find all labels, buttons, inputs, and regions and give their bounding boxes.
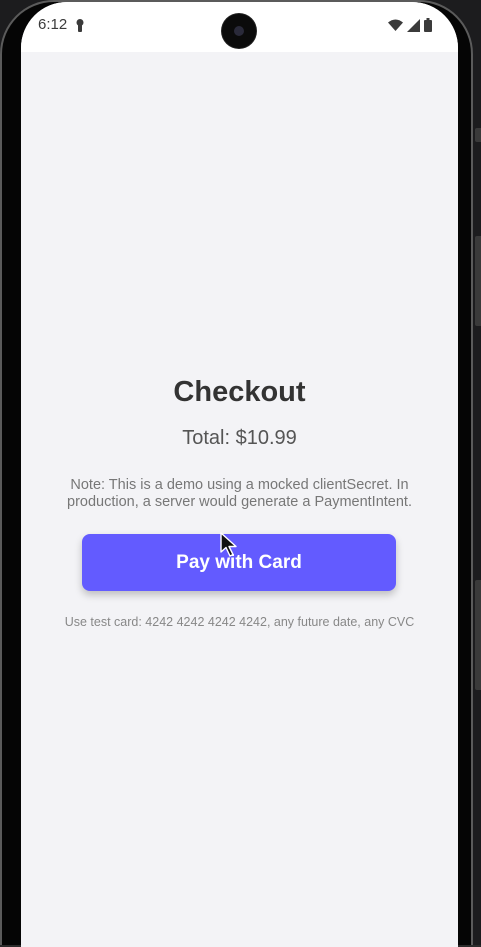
signal-icon <box>407 18 420 32</box>
side-button <box>475 128 481 142</box>
front-camera <box>222 14 256 48</box>
wifi-icon <box>388 19 403 31</box>
device-bezel: 6:12 Checkout Total: $10.99 Note: This i… <box>0 0 473 947</box>
pay-with-card-button[interactable]: Pay with Card <box>82 534 396 591</box>
camera-lens <box>234 26 244 36</box>
side-button <box>475 580 481 690</box>
demo-note: Note: This is a demo using a mocked clie… <box>67 477 412 510</box>
status-icons <box>388 17 432 33</box>
test-card-hint: Use test card: 4242 4242 4242 4242, any … <box>64 615 415 629</box>
checkout-screen: Checkout Total: $10.99 Note: This is a d… <box>21 52 458 947</box>
page-title: Checkout <box>173 376 306 408</box>
phone-frame: 6:12 Checkout Total: $10.99 Note: This i… <box>0 0 481 947</box>
screen: 6:12 Checkout Total: $10.99 Note: This i… <box>21 2 458 947</box>
side-button <box>475 236 481 326</box>
battery-icon <box>424 18 432 32</box>
mouse-pointer-icon <box>220 532 237 557</box>
lock-icon <box>76 19 84 32</box>
status-time: 6:12 <box>38 16 68 33</box>
status-bar: 6:12 <box>21 2 458 52</box>
order-total: Total: $10.99 <box>182 427 297 449</box>
